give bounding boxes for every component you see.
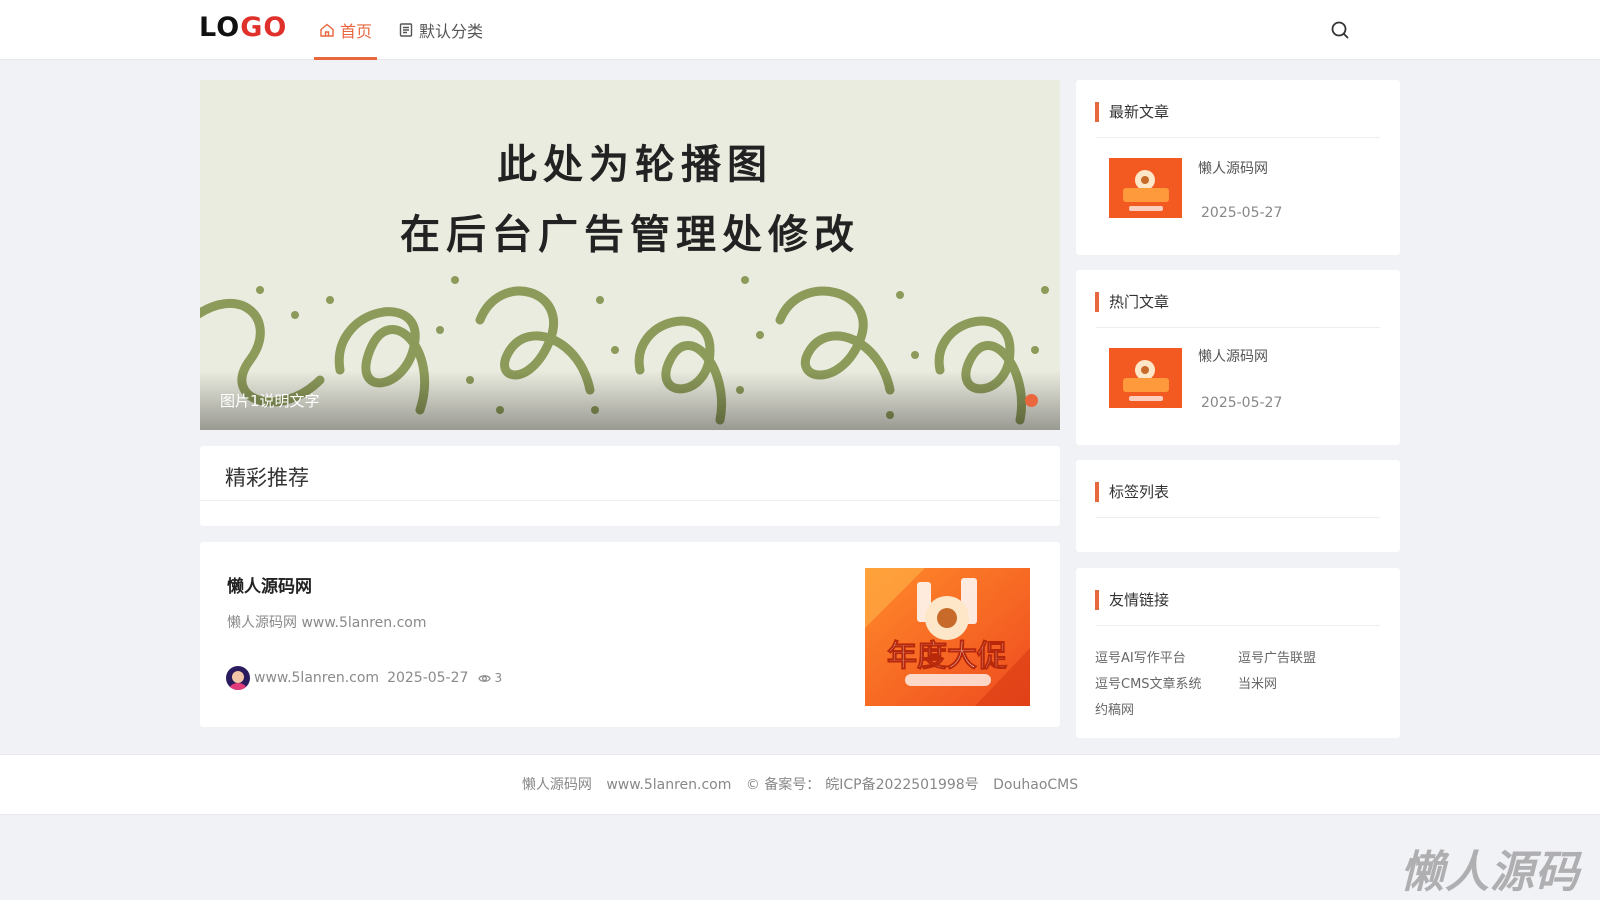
footer-domain-link[interactable]: www.5lanren.com — [606, 777, 731, 793]
footer-icp-label: © 备案号： — [745, 777, 821, 793]
site-watermark: 懒人源码 — [1400, 847, 1580, 898]
nav-item-label: 默认分类 — [419, 22, 484, 41]
article-card: 懒人源码网 懒人源码网 www.5lanren.com www.5lanren.… — [200, 542, 1060, 727]
banner-headline: 此处为轮播图 — [497, 142, 773, 188]
latest-article-date: 2025-05-27 — [1201, 205, 1283, 221]
nav-item-label: 首页 — [340, 22, 373, 41]
nav-item-home[interactable]: 首页 — [314, 0, 378, 60]
article-author: www.5lanren.com — [254, 670, 380, 686]
hot-article-title[interactable]: 懒人源码网 — [1198, 346, 1268, 366]
article-title-link[interactable]: 懒人源码网 — [227, 572, 312, 597]
hot-articles-widget: 热门文章 懒人源码网 2025-05-27 — [1076, 270, 1400, 445]
divider — [1096, 137, 1380, 138]
site-header: LOGO 首页 默认分类 — [0, 0, 1600, 60]
eye-icon — [478, 674, 492, 682]
site-footer: 懒人源码网 www.5lanren.com © 备案号： 皖ICP备2022501… — [0, 754, 1600, 815]
article-views: 3 — [478, 671, 502, 685]
search-icon[interactable] — [1330, 20, 1350, 40]
avatar — [226, 666, 250, 690]
latest-article-title[interactable]: 懒人源码网 — [1198, 158, 1268, 178]
hot-article-thumbnail[interactable] — [1109, 348, 1182, 408]
article-date: 2025-05-27 — [387, 670, 469, 686]
banner-caption-overlay — [200, 370, 1060, 430]
divider — [1096, 517, 1380, 518]
latest-article-thumbnail[interactable] — [1109, 158, 1182, 218]
nav-item-default-category[interactable]: 默认分类 — [393, 0, 488, 60]
friend-link[interactable]: 逗号CMS文章系统 — [1095, 672, 1238, 698]
hot-article-date: 2025-05-27 — [1201, 395, 1283, 411]
banner-subheadline: 在后台广告管理处修改 — [400, 212, 860, 258]
friend-link[interactable]: 约稿网 — [1095, 698, 1238, 724]
featured-section: 精彩推荐 — [200, 446, 1060, 526]
site-logo[interactable]: LOGO — [199, 13, 287, 43]
widget-title: 热门文章 — [1095, 292, 1169, 312]
article-summary: 懒人源码网 www.5lanren.com — [227, 615, 427, 631]
tags-widget: 标签列表 — [1076, 460, 1400, 552]
friend-links-widget: 友情链接 逗号AI写作平台 逗号广告联盟 逗号CMS文章系统 当米网 约稿网 — [1076, 568, 1400, 738]
banner-caption: 图片1说明文字 — [220, 392, 320, 410]
divider — [1096, 327, 1380, 328]
divider — [200, 500, 1060, 501]
friend-link[interactable]: 逗号广告联盟 — [1238, 646, 1381, 672]
carousel-banner[interactable]: 此处为轮播图 在后台广告管理处修改 图片1说明文字 — [200, 80, 1060, 430]
footer-icp-link[interactable]: 皖ICP备2022501998号 — [825, 777, 978, 793]
main-nav: 首页 默认分类 — [314, 0, 504, 60]
home-icon — [320, 23, 334, 37]
friend-link[interactable]: 逗号AI写作平台 — [1095, 646, 1238, 672]
widget-title: 友情链接 — [1095, 590, 1169, 610]
widget-title: 最新文章 — [1095, 102, 1169, 122]
article-thumbnail[interactable]: 年度大促 — [865, 568, 1030, 706]
thumbnail-promo-text: 年度大促 — [887, 639, 1007, 674]
widget-title: 标签列表 — [1095, 482, 1169, 502]
carousel-indicator-dot[interactable] — [1025, 394, 1038, 407]
friend-links-list: 逗号AI写作平台 逗号广告联盟 逗号CMS文章系统 当米网 约稿网 — [1095, 646, 1385, 724]
section-title: 精彩推荐 — [225, 466, 309, 490]
view-count: 3 — [494, 671, 503, 685]
latest-articles-widget: 最新文章 懒人源码网 2025-05-27 — [1076, 80, 1400, 255]
footer-powered-link[interactable]: DouhaoCMS — [993, 777, 1078, 793]
article-meta: www.5lanren.com 2025-05-27 3 — [226, 666, 502, 690]
friend-link[interactable]: 当米网 — [1238, 672, 1381, 698]
list-icon — [399, 23, 413, 37]
footer-site-link[interactable]: 懒人源码网 — [522, 777, 592, 793]
divider — [1096, 625, 1380, 626]
